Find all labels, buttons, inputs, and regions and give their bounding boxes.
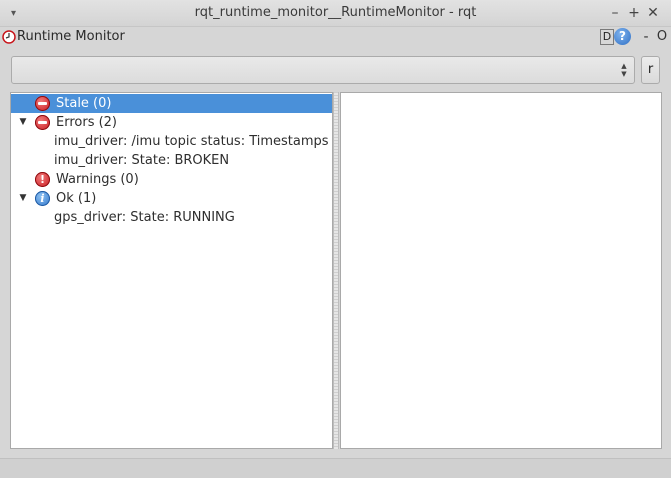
combobox-spin-icon: ▲ ▼ bbox=[621, 62, 627, 78]
tree-child-item[interactable]: gps_driver: State: RUNNING bbox=[11, 208, 332, 227]
tree-item-label: Stale (0) bbox=[56, 96, 112, 111]
options-button[interactable]: O bbox=[656, 28, 668, 46]
tree-child-item[interactable]: imu_driver: State: BROKEN bbox=[11, 151, 332, 170]
minimize-button[interactable]: – bbox=[607, 4, 623, 22]
clock-icon bbox=[2, 30, 16, 44]
tree-item-ok[interactable]: ▼ i Ok (1) bbox=[11, 189, 332, 208]
stop-icon bbox=[35, 115, 50, 130]
detail-pane bbox=[340, 92, 662, 449]
tree-child-label: imu_driver: State: BROKEN bbox=[54, 153, 230, 168]
stop-icon bbox=[35, 96, 50, 111]
tree-item-label: Warnings (0) bbox=[56, 172, 139, 187]
expand-arrow-icon[interactable]: ▼ bbox=[18, 189, 28, 208]
close-button[interactable]: ✕ bbox=[645, 4, 661, 22]
pane-splitter[interactable] bbox=[333, 92, 339, 449]
hide-plugin-button[interactable]: - bbox=[640, 28, 652, 46]
tree-item-errors[interactable]: ▼ Errors (2) bbox=[11, 113, 332, 132]
help-button[interactable]: ? bbox=[614, 28, 631, 45]
tree-item-warnings[interactable]: ! Warnings (0) bbox=[11, 170, 332, 189]
dock-button[interactable]: D bbox=[600, 29, 614, 45]
tree-item-stale[interactable]: Stale (0) bbox=[11, 94, 332, 113]
expand-arrow-icon[interactable]: ▼ bbox=[18, 113, 28, 132]
info-icon: i bbox=[35, 191, 50, 206]
tree-child-item[interactable]: imu_driver: /imu topic status: Timestamp… bbox=[11, 132, 332, 151]
tree-item-label: Ok (1) bbox=[56, 191, 97, 206]
plugin-title: Runtime Monitor bbox=[17, 29, 125, 44]
refresh-button[interactable]: r bbox=[641, 56, 660, 84]
plugin-header: Runtime Monitor D ? - O bbox=[0, 27, 671, 49]
window-titlebar: ▾ rqt_runtime_monitor__RuntimeMonitor - … bbox=[0, 0, 671, 27]
tree-child-label: gps_driver: State: RUNNING bbox=[54, 210, 235, 225]
maximize-button[interactable]: + bbox=[626, 4, 642, 22]
window-title: rqt_runtime_monitor__RuntimeMonitor - rq… bbox=[194, 5, 477, 20]
exclamation-icon: ! bbox=[35, 172, 50, 187]
status-bar bbox=[0, 458, 671, 478]
status-tree[interactable]: Stale (0) ▼ Errors (2) imu_driver: /imu … bbox=[10, 92, 333, 449]
filter-combobox[interactable]: ▲ ▼ bbox=[11, 56, 635, 84]
tree-child-label: imu_driver: /imu topic status: Timestamp… bbox=[54, 134, 332, 149]
tree-item-label: Errors (2) bbox=[56, 115, 118, 130]
